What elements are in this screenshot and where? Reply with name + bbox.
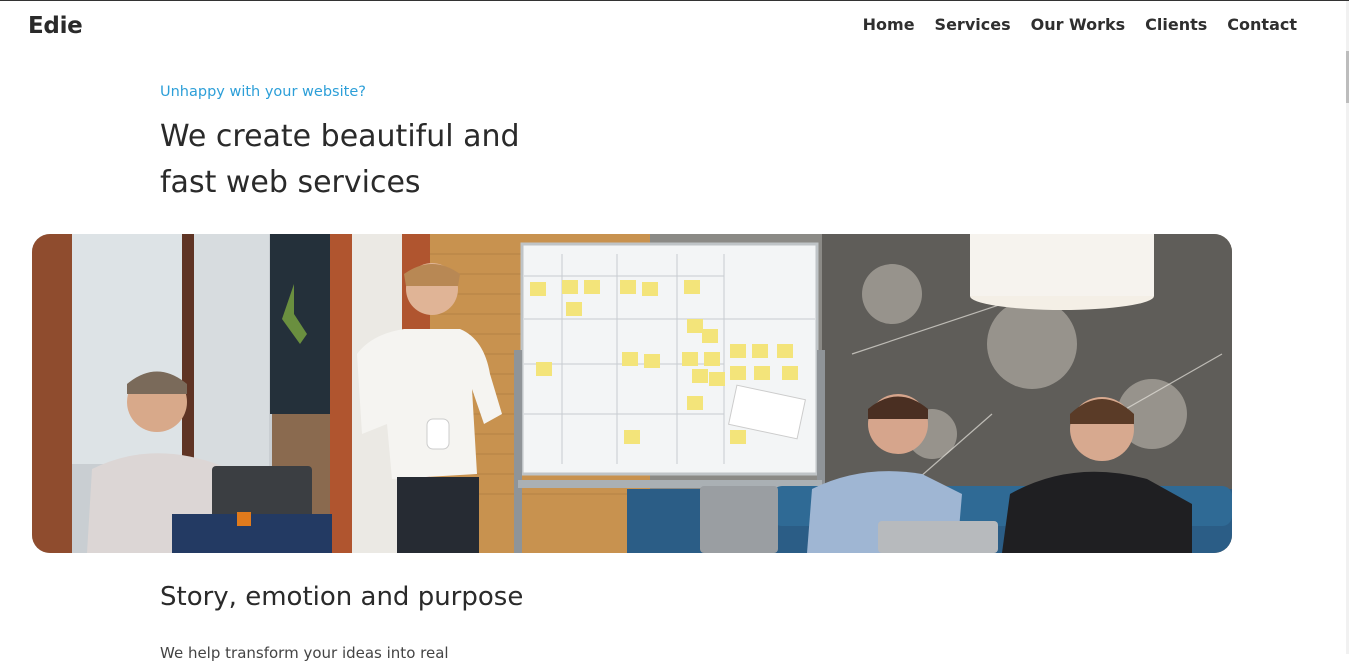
- nav-home[interactable]: Home: [863, 15, 915, 34]
- headline-line-1: We create beautiful and: [160, 119, 520, 154]
- hero-photo: [32, 234, 1232, 553]
- section-body-text: We help transform your ideas into real: [160, 644, 449, 662]
- headline-line-2: fast web services: [160, 165, 421, 200]
- nav-clients[interactable]: Clients: [1145, 15, 1207, 34]
- hero-headline: We create beautiful and fast web service…: [160, 114, 860, 206]
- section-title: Story, emotion and purpose: [160, 582, 524, 612]
- main-nav: Home Services Our Works Clients Contact: [863, 15, 1297, 34]
- site-header: Edie Home Services Our Works Clients Con…: [0, 1, 1349, 49]
- nav-contact[interactable]: Contact: [1227, 15, 1297, 34]
- hero-photo-illustration: [32, 234, 1232, 553]
- site-logo[interactable]: Edie: [28, 13, 83, 39]
- nav-services[interactable]: Services: [935, 15, 1011, 34]
- hero-eyebrow: Unhappy with your website?: [160, 84, 366, 100]
- nav-our-works[interactable]: Our Works: [1031, 15, 1126, 34]
- hero-section: Unhappy with your website? We create bea…: [160, 84, 860, 206]
